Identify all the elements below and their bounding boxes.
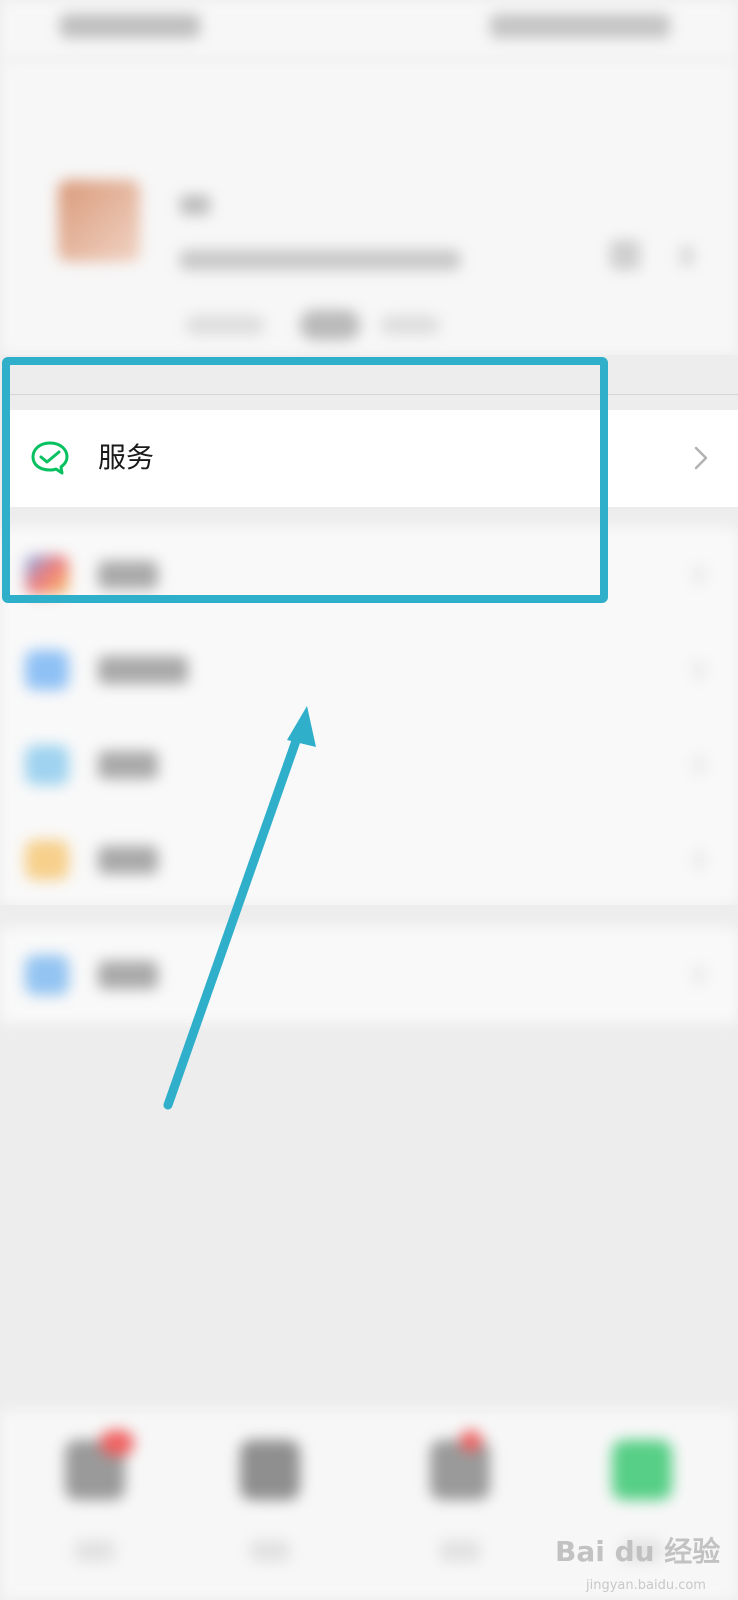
qr-code-icon[interactable] xyxy=(610,240,640,270)
discover-tab-icon[interactable] xyxy=(430,1440,490,1500)
status-pill[interactable] xyxy=(300,310,360,340)
menu-item-label-redacted xyxy=(98,561,158,589)
menu-section xyxy=(0,527,738,905)
status-pill[interactable] xyxy=(185,315,265,335)
wechat-id-redacted xyxy=(180,250,460,270)
chevron-right-icon xyxy=(692,850,706,870)
unread-badge xyxy=(100,1430,134,1456)
chevron-right-icon xyxy=(694,446,708,470)
baidu-jingyan-watermark: Bai du 经验 xyxy=(555,1535,721,1568)
menu-item-label-redacted xyxy=(98,846,158,874)
favorites-icon xyxy=(25,555,69,595)
section-gap xyxy=(0,905,738,927)
menu-item-label-redacted xyxy=(98,751,158,779)
menu-item-cards[interactable] xyxy=(0,717,738,813)
status-pill[interactable] xyxy=(380,315,440,335)
avatar[interactable] xyxy=(58,180,140,262)
chevron-right-icon xyxy=(692,660,706,680)
status-bar-indicators-redacted xyxy=(490,14,670,38)
me-tab-icon[interactable] xyxy=(612,1440,672,1500)
chevron-right-icon xyxy=(692,755,706,775)
settings-icon xyxy=(25,955,69,995)
moments-icon xyxy=(25,650,69,690)
menu-item-stickers[interactable] xyxy=(0,812,738,908)
profile-name-redacted xyxy=(180,195,210,215)
service-menu-item[interactable]: 服务 xyxy=(10,410,738,507)
chevron-right-icon xyxy=(692,565,706,585)
stickers-icon xyxy=(25,840,69,880)
profile-header[interactable] xyxy=(0,60,738,355)
menu-item-label-redacted xyxy=(98,961,158,989)
menu-item-settings[interactable] xyxy=(0,927,738,1023)
service-label: 服务 xyxy=(98,441,155,474)
section-gap xyxy=(0,355,738,410)
menu-item-moments[interactable] xyxy=(0,622,738,718)
tab-label-redacted xyxy=(75,1540,115,1562)
menu-section xyxy=(0,927,738,1023)
cards-icon xyxy=(25,745,69,785)
tab-label-redacted xyxy=(440,1540,480,1562)
watermark-url: jingyan.baidu.com xyxy=(586,1578,706,1593)
divider xyxy=(10,394,738,395)
chevron-right-icon xyxy=(692,965,706,985)
dot-badge xyxy=(460,1430,482,1452)
menu-item-label-redacted xyxy=(98,656,188,684)
section-gap xyxy=(0,507,738,527)
bottom-tab-bar xyxy=(0,1410,738,1600)
menu-item-favorites[interactable] xyxy=(0,527,738,623)
wechat-pay-icon xyxy=(31,441,69,475)
contacts-tab-icon[interactable] xyxy=(240,1440,300,1500)
status-bar xyxy=(0,0,738,60)
profile-chevron-icon xyxy=(680,246,694,266)
status-bar-time-redacted xyxy=(60,14,200,38)
tab-label-redacted xyxy=(250,1540,290,1562)
